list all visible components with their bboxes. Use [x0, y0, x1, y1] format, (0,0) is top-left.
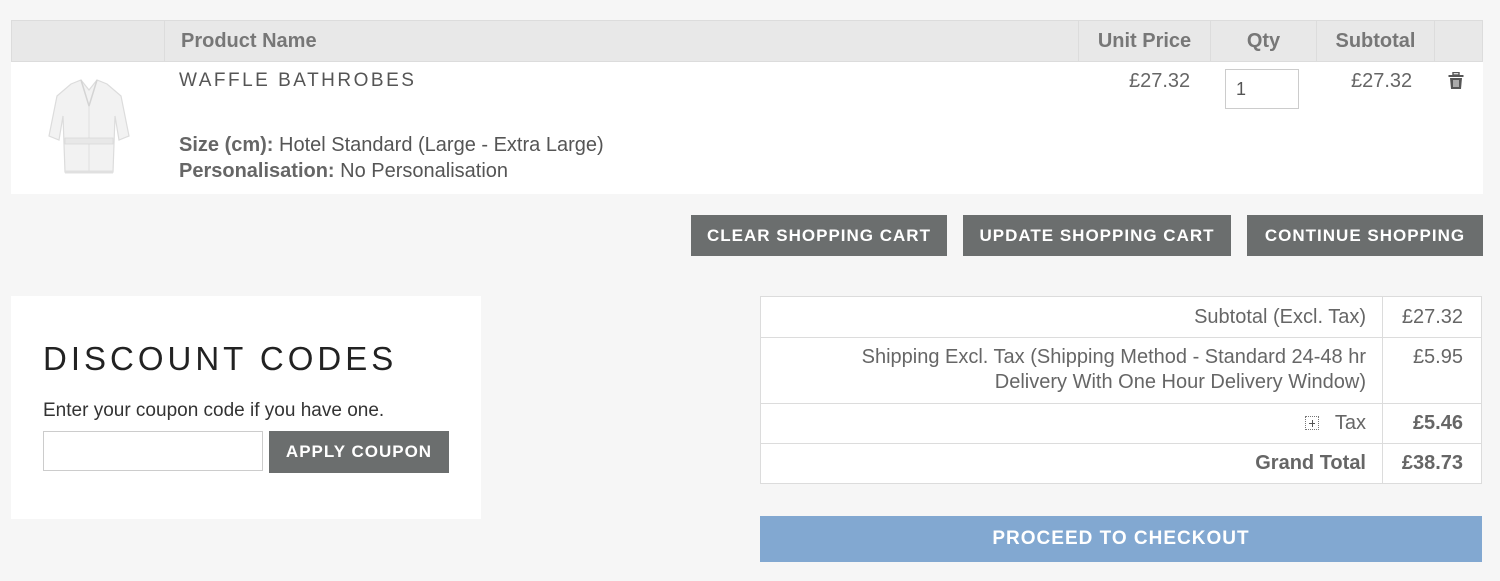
header-unit-price: Unit Price [1078, 21, 1210, 61]
coupon-code-input[interactable] [43, 431, 263, 471]
proceed-to-checkout-button[interactable]: PROCEED TO CHECKOUT [760, 516, 1482, 562]
tax-label-cell: Tax [761, 404, 1383, 443]
subtotal-value: £27.32 [1401, 306, 1463, 328]
continue-shopping-button[interactable]: CONTINUE SHOPPING [1247, 215, 1483, 256]
grand-total-label: Grand Total [761, 444, 1383, 483]
cart-table-header: Product Name Unit Price Qty Subtotal [11, 20, 1483, 62]
row-subtotal: £27.32 [1351, 70, 1413, 92]
option-value: No Personalisation [340, 160, 509, 182]
apply-coupon-button[interactable]: APPLY COUPON [269, 431, 449, 473]
shipping-label-line1: Shipping Excl. Tax (Shipping Method - St… [861, 346, 1366, 368]
grand-total-value: £38.73 [1401, 452, 1463, 474]
totals-subtotal-row: Subtotal (Excl. Tax) £27.32 [761, 297, 1481, 337]
shipping-label: Shipping Excl. Tax (Shipping Method - St… [761, 338, 1383, 403]
option-label: Personalisation: [179, 160, 335, 182]
totals-shipping-row: Shipping Excl. Tax (Shipping Method - St… [761, 337, 1481, 403]
trash-icon[interactable] [1448, 72, 1464, 90]
header-remove-col [1434, 21, 1482, 61]
tax-label: Tax [1334, 412, 1366, 434]
bathrobe-product-image[interactable] [41, 76, 137, 176]
unit-price: £27.32 [1129, 70, 1191, 92]
discount-title: DISCOUNT CODES [43, 340, 398, 377]
option-label: Size (cm): [179, 134, 274, 156]
shipping-label-line2: Delivery With One Hour Delivery Window) [994, 371, 1366, 393]
totals-tax-row: Tax £5.46 [761, 403, 1481, 443]
option-value: Hotel Standard (Large - Extra Large) [279, 134, 604, 156]
subtotal-label: Subtotal (Excl. Tax) [761, 297, 1383, 337]
clear-cart-button[interactable]: CLEAR SHOPPING CART [691, 215, 947, 256]
header-qty: Qty [1210, 21, 1316, 61]
expand-tax-icon[interactable] [1304, 416, 1319, 430]
product-option-size: Size (cm): Hotel Standard (Large - Extra… [179, 134, 604, 157]
update-cart-button[interactable]: UPDATE SHOPPING CART [963, 215, 1231, 256]
header-product-name: Product Name [164, 21, 1078, 61]
totals-grand-total-row: Grand Total £38.73 [761, 443, 1481, 483]
tax-value: £5.46 [1412, 412, 1463, 434]
discount-instruction: Enter your coupon code if you have one. [43, 400, 385, 421]
cart-item-row: WAFFLE BATHROBES Size (cm): Hotel Standa… [11, 62, 1483, 194]
product-option-personalisation: Personalisation: No Personalisation [179, 160, 508, 183]
cart-table: Product Name Unit Price Qty Subtotal WAF… [11, 20, 1483, 194]
qty-input[interactable] [1225, 69, 1299, 109]
header-subtotal: Subtotal [1316, 21, 1434, 61]
cart-totals: Subtotal (Excl. Tax) £27.32 Shipping Exc… [760, 296, 1482, 484]
header-image-col [12, 21, 164, 61]
discount-codes-panel: DISCOUNT CODES Enter your coupon code if… [11, 296, 481, 519]
shipping-value: £5.95 [1412, 346, 1463, 368]
product-name[interactable]: WAFFLE BATHROBES [179, 70, 416, 92]
